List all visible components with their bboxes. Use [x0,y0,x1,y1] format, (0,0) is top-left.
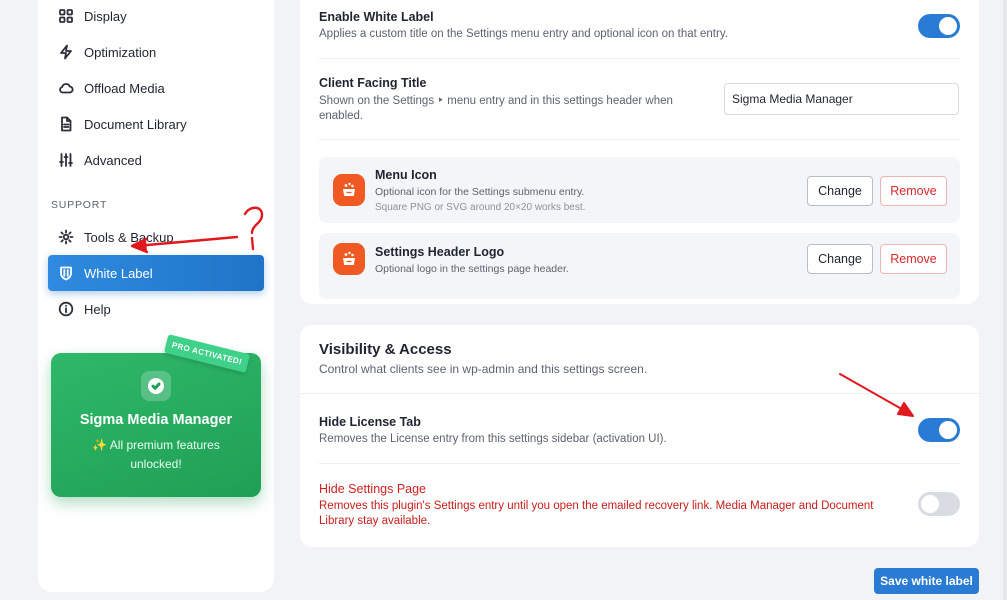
menu-icon-row: Menu Icon Optional icon for the Settings… [319,157,960,223]
menu-icon-preview [333,174,365,206]
divider [319,463,960,464]
visibility-access-card: Visibility & Access Control what clients… [300,325,979,547]
menu-icon-change-button[interactable]: Change [807,176,873,206]
header-logo-remove-button[interactable]: Remove [880,244,947,274]
enable-white-label-title: Enable White Label [319,10,434,24]
sidebar-item-label: Optimization [84,44,157,60]
info-icon [58,301,74,317]
sidebar-item-help[interactable]: Help [48,291,264,327]
menu-icon-remove-button[interactable]: Remove [880,176,947,206]
save-white-label-button[interactable]: Save white label [874,568,979,594]
sidebar-item-advanced[interactable]: Advanced [48,142,264,178]
header-logo-title: Settings Header Logo [375,245,505,259]
sliders-icon [58,152,74,168]
sidebar-item-label: Offload Media [84,80,165,96]
sidebar-item-label: Display [84,8,127,24]
menu-icon-hint: Square PNG or SVG around 20×20 works bes… [375,202,586,213]
hide-settings-description: Removes this plugin's Settings entry unt… [319,500,874,527]
sidebar-item-label: Help [84,301,111,317]
visibility-title: Visibility & Access [319,341,452,358]
grid-icon [58,8,74,24]
sidebar-item-tools-backup[interactable]: Tools & Backup [48,219,264,255]
sidebar-item-document-library[interactable]: Document Library [48,106,264,142]
shield-icon [58,265,74,281]
hide-license-description: Removes the License entry from this sett… [319,433,667,445]
visibility-description: Control what clients see in wp-admin and… [319,362,648,376]
bolt-icon [58,44,74,60]
client-title-input[interactable] [724,83,959,115]
sidebar-item-display[interactable]: Display [48,0,264,34]
sidebar-item-label: Advanced [84,152,142,168]
sidebar-section-support: SUPPORT [51,199,108,211]
hide-settings-title: Hide Settings Page [319,482,427,496]
hide-settings-toggle[interactable] [918,492,960,516]
sidebar-item-label: White Label [84,265,153,281]
promo-title: Sigma Media Manager [79,412,233,428]
enable-white-label-description: Applies a custom title on the Settings m… [319,28,728,40]
settings-sidebar: Display Optimization Offload Media Docum… [38,0,274,592]
sidebar-item-label: Tools & Backup [84,229,174,245]
pro-status-card: Sigma Media Manager ✨ All premium featur… [51,353,261,497]
header-logo-description: Optional logo in the settings page heade… [375,263,569,275]
divider [319,58,960,59]
sidebar-item-offload-media[interactable]: Offload Media [48,70,264,106]
promo-subtitle: ✨ All premium features unlocked! [92,438,220,471]
header-logo-row: Settings Header Logo Optional logo in th… [319,233,960,299]
white-label-card: Enable White Label Applies a custom titl… [300,0,979,304]
document-icon [58,116,74,132]
divider [319,139,960,140]
client-title-label: Client Facing Title [319,76,427,90]
gear-icon [58,229,74,245]
menu-icon-description: Optional icon for the Settings submenu e… [375,186,585,198]
check-badge-icon [141,371,171,401]
header-logo-preview [333,243,365,275]
cloud-icon [58,80,74,96]
sidebar-item-optimization[interactable]: Optimization [48,34,264,70]
divider [300,393,979,394]
enable-white-label-toggle[interactable] [918,14,960,38]
menu-icon-title: Menu Icon [375,168,437,182]
hide-license-title: Hide License Tab [319,415,421,429]
client-title-description: Shown on the Settings ‣ menu entry and i… [319,95,673,122]
sidebar-item-white-label[interactable]: White Label [48,255,264,291]
scrollbar-track[interactable] [1003,0,1007,600]
sidebar-item-label: Document Library [84,116,187,132]
hide-license-toggle[interactable] [918,418,960,442]
header-logo-change-button[interactable]: Change [807,244,873,274]
